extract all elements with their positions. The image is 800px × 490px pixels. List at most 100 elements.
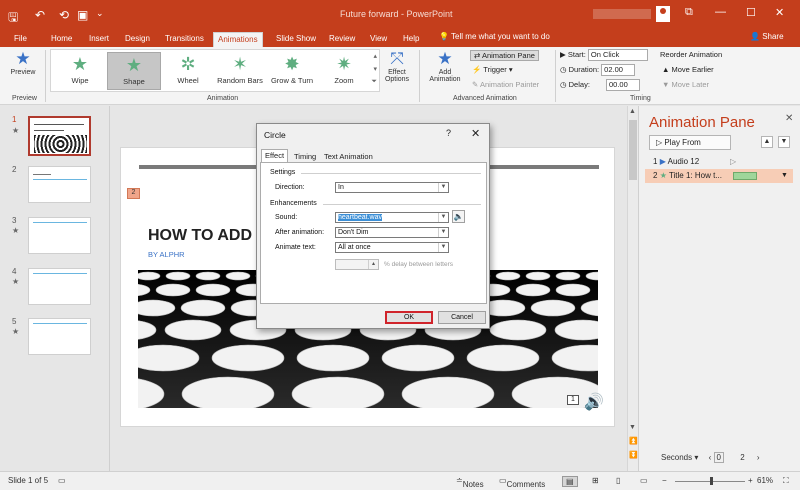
ribbon-display-icon[interactable]: ⧉ <box>685 6 693 19</box>
tab-view[interactable]: View <box>366 32 391 48</box>
animation-pane-button[interactable]: ⇄ Animation Pane <box>470 50 539 61</box>
move-up-button[interactable]: ▲ <box>761 136 773 148</box>
sound-select[interactable]: heartbeat.wav ▼ <box>335 212 449 223</box>
preview-button[interactable]: ★ Preview <box>4 49 42 76</box>
share-button[interactable]: 👤 Share <box>750 32 784 41</box>
zoom-slider-thumb[interactable] <box>710 477 713 485</box>
save-icon[interactable]: 🖫 <box>8 8 18 29</box>
speaker-icon[interactable]: 🔊 <box>584 392 604 412</box>
direction-select[interactable]: In ▼ <box>335 182 449 193</box>
thumb-line <box>33 174 51 175</box>
move-down-button[interactable]: ▼ <box>778 136 790 148</box>
effect-options-button[interactable]: ⤧ Effect Options <box>380 49 414 83</box>
ok-button[interactable]: OK <box>385 311 433 324</box>
seconds-label: Seconds <box>661 453 693 462</box>
slideshow-icon[interactable]: ▭ <box>640 476 648 485</box>
undo-icon[interactable]: ↶ <box>35 8 45 22</box>
start-select[interactable]: On Click <box>587 49 648 61</box>
play-from-button[interactable]: ▷ Play From <box>649 135 731 150</box>
play-icon: ▷ <box>656 138 663 147</box>
scale-left-icon[interactable]: ‹ <box>709 453 712 462</box>
prev-slide-icon[interactable]: ⏫ <box>629 437 638 445</box>
account-name[interactable] <box>593 9 651 19</box>
tab-file[interactable]: File <box>10 32 31 48</box>
reading-view-icon[interactable]: ▯ <box>616 476 620 485</box>
help-icon[interactable]: ? <box>446 128 451 138</box>
animation-order-tag[interactable]: 2 <box>127 188 140 199</box>
cancel-button[interactable]: Cancel <box>438 311 486 324</box>
duration-input[interactable]: 02.00 <box>601 64 636 76</box>
audio-order-tag[interactable]: 1 <box>567 395 579 405</box>
close-button[interactable]: ✕ <box>775 6 784 19</box>
close-icon[interactable]: ✕ <box>785 113 793 124</box>
separator <box>419 50 420 102</box>
gallery-more-icon[interactable]: ⏷ <box>371 78 377 86</box>
animation-item-audio[interactable]: 1 ▶ Audio 12 ▷ <box>645 155 793 169</box>
slide-thumbnail-3[interactable] <box>28 217 91 254</box>
animation-pane-title: Animation Pane <box>649 114 755 131</box>
customize-qa-icon[interactable]: ⌄ <box>96 8 104 19</box>
animation-group-label: Animation <box>207 95 239 102</box>
spellcheck-icon[interactable]: ▭ <box>58 476 66 485</box>
tab-animations[interactable]: Animations <box>213 32 263 48</box>
animation-grow-turn[interactable]: ✸ Grow & Turn <box>265 52 319 90</box>
notes-button[interactable]: ≐ Notes <box>456 476 484 489</box>
next-slide-icon[interactable]: ⏬ <box>629 451 638 459</box>
tab-slide-show[interactable]: Slide Show <box>272 32 320 48</box>
tab-transitions[interactable]: Transitions <box>161 32 208 48</box>
after-animation-select[interactable]: Don't Dim ▼ <box>335 227 449 238</box>
redo-icon[interactable]: ⟲ <box>59 8 69 22</box>
dialog-tab-effect[interactable]: Effect <box>261 149 289 163</box>
normal-view-icon[interactable]: ▤ <box>562 476 578 487</box>
gallery-scroll-up-icon[interactable]: ▴ <box>373 52 377 60</box>
timeline-bar[interactable] <box>733 172 757 180</box>
gallery-scroll-down-icon[interactable]: ▾ <box>373 65 377 73</box>
move-later-button[interactable]: ▼ Move Later <box>662 80 709 89</box>
separator <box>301 173 481 174</box>
delay-letters-input[interactable]: ▴ <box>335 259 379 270</box>
animation-shape[interactable]: ★ Shape <box>107 52 161 90</box>
slide-thumbnail-4[interactable] <box>28 268 91 305</box>
move-earlier-label: Move Earlier <box>671 65 714 74</box>
fit-slide-icon[interactable]: ⛶ <box>783 476 789 486</box>
animation-item-title[interactable]: 2 ★ Title 1: How t... ▼ <box>645 169 793 183</box>
comments-button[interactable]: ▭ Comments <box>499 476 545 489</box>
scrollbar-thumb[interactable] <box>629 120 637 180</box>
zoom-level[interactable]: 61% <box>757 476 773 485</box>
animate-text-select[interactable]: All at once ▼ <box>335 242 449 253</box>
add-animation-button[interactable]: ★ Add Animation <box>423 49 467 83</box>
zoom-out-icon[interactable]: − <box>662 476 667 485</box>
slide-sorter-icon[interactable]: ⊞ <box>592 476 599 485</box>
tab-home[interactable]: Home <box>47 32 76 48</box>
slide-title[interactable]: HOW TO ADD <box>148 227 252 245</box>
animation-random-bars[interactable]: ✶ Random Bars <box>213 52 267 90</box>
sound-volume-icon[interactable]: 🔈 <box>452 210 465 223</box>
animation-painter-button[interactable]: ✎ Animation Painter <box>472 80 539 89</box>
slide-thumbnail-5[interactable] <box>28 318 91 355</box>
animation-zoom[interactable]: ✷ Zoom <box>317 52 371 90</box>
tab-insert[interactable]: Insert <box>85 32 113 48</box>
slide-thumbnail-2[interactable] <box>28 166 91 203</box>
tab-help[interactable]: Help <box>399 32 423 48</box>
tab-review[interactable]: Review <box>325 32 359 48</box>
slide-thumbnail-1[interactable] <box>28 116 91 156</box>
scroll-up-icon[interactable]: ▲ <box>629 108 636 115</box>
delay-input[interactable]: 00.00 <box>606 79 640 91</box>
item-dropdown-icon[interactable]: ▼ <box>781 169 788 183</box>
zoom-in-icon[interactable]: + <box>748 476 753 485</box>
present-icon[interactable]: ▣ <box>77 8 88 22</box>
slide-byline[interactable]: BY ALPHR <box>148 250 185 259</box>
scale-right-icon[interactable]: › <box>757 453 760 462</box>
animation-wheel[interactable]: ✲ Wheel <box>161 52 215 90</box>
dialog-close-icon[interactable]: ✕ <box>471 127 480 140</box>
move-earlier-button[interactable]: ▲ Move Earlier <box>662 65 714 74</box>
trigger-button[interactable]: ⚡ Trigger ▾ <box>472 65 513 74</box>
tab-design[interactable]: Design <box>121 32 154 48</box>
tell-me-search[interactable]: 💡 Tell me what you want to do <box>439 32 550 41</box>
minimize-button[interactable]: — <box>715 6 726 18</box>
avatar-icon[interactable] <box>656 6 670 22</box>
scroll-down-icon[interactable]: ▼ <box>629 424 636 431</box>
animation-wipe[interactable]: ★ Wipe <box>53 52 107 90</box>
editor-scrollbar[interactable]: ▲ ▼ ⏫ ⏬ <box>627 106 638 471</box>
maximize-button[interactable]: ☐ <box>746 6 756 19</box>
